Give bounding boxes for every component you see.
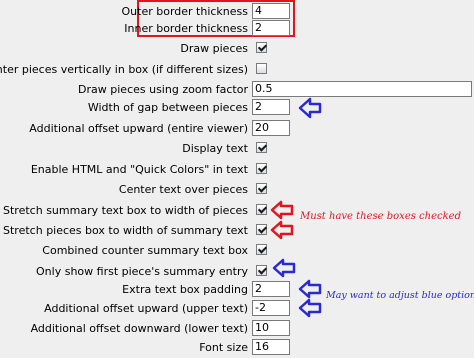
inner-border-thickness-field[interactable]: 2: [252, 20, 290, 36]
offset-downward-lower-field[interactable]: 10: [252, 320, 290, 336]
row-stretch-pieces-box: Stretch pieces box to width of summary t…: [0, 221, 474, 241]
combined-counter-checkbox[interactable]: [256, 244, 267, 255]
extra-padding-label: Extra text box padding: [122, 283, 248, 296]
row-gap-width: Width of gap between pieces 2: [0, 98, 474, 118]
center-vertically-checkbox[interactable]: [256, 63, 267, 74]
html-quick-colors-label: Enable HTML and "Quick Colors" in text: [30, 163, 248, 176]
inner-border-thickness-label: Inner border thickness: [124, 22, 248, 35]
stretch-pieces-box-checkbox[interactable]: [256, 224, 267, 235]
row-offset-upward-viewer: Additional offset upward (entire viewer)…: [0, 119, 474, 139]
display-text-checkbox[interactable]: [256, 142, 267, 153]
font-size-field[interactable]: 16: [252, 339, 290, 355]
only-first-summary-checkbox[interactable]: [256, 265, 267, 276]
blue-arrow-icon: [298, 279, 322, 299]
row-font-size: Font size 16: [0, 338, 474, 358]
offset-upward-viewer-label: Additional offset upward (entire viewer): [29, 122, 248, 135]
blue-arrow-icon: [298, 97, 322, 119]
red-annotation-note: Must have these boxes checked: [300, 211, 461, 222]
row-center-vertically: Center pieces vertically in box (if diff…: [0, 60, 474, 80]
row-offset-upward-upper: Additional offset upward (upper text) -2: [0, 299, 474, 319]
center-vertically-label: Center pieces vertically in box (if diff…: [0, 63, 248, 76]
row-inner-border-thickness: Inner border thickness 2: [0, 19, 474, 39]
draw-pieces-checkbox[interactable]: [256, 42, 267, 53]
red-arrow-icon: [270, 220, 294, 240]
zoom-factor-field[interactable]: 0.5: [252, 81, 472, 97]
row-combined-counter: Combined counter summary text box: [0, 241, 474, 261]
html-quick-colors-checkbox[interactable]: [256, 163, 267, 174]
extra-padding-field[interactable]: 2: [252, 281, 290, 297]
offset-upward-viewer-field[interactable]: 20: [252, 120, 290, 136]
stretch-summary-box-checkbox[interactable]: [256, 204, 267, 215]
center-text-checkbox[interactable]: [256, 183, 267, 194]
row-zoom-factor: Draw pieces using zoom factor 0.5: [0, 80, 474, 100]
center-text-label: Center text over pieces: [118, 183, 248, 196]
row-only-first-summary: Only show first piece's summary entry: [0, 262, 474, 282]
row-draw-pieces: Draw pieces: [0, 39, 474, 59]
blue-arrow-icon: [298, 298, 322, 318]
row-display-text: Display text: [0, 139, 474, 159]
gap-width-label: Width of gap between pieces: [87, 101, 248, 114]
row-html-quick-colors: Enable HTML and "Quick Colors" in text: [0, 160, 474, 180]
font-size-label: Font size: [199, 341, 248, 354]
offset-upward-upper-field[interactable]: -2: [252, 300, 290, 316]
offset-upward-upper-label: Additional offset upward (upper text): [44, 302, 248, 315]
draw-pieces-label: Draw pieces: [180, 42, 248, 55]
only-first-summary-label: Only show first piece's summary entry: [36, 265, 248, 278]
offset-downward-lower-label: Additional offset downward (lower text): [30, 322, 248, 335]
blue-arrow-icon: [272, 258, 296, 278]
row-offset-downward-lower: Additional offset downward (lower text) …: [0, 319, 474, 339]
gap-width-field[interactable]: 2: [252, 99, 290, 115]
stretch-summary-box-label: Stretch summary text box to width of pie…: [3, 204, 248, 217]
row-center-text: Center text over pieces: [0, 180, 474, 200]
outer-border-thickness-label: Outer border thickness: [121, 5, 249, 18]
red-arrow-icon: [270, 200, 294, 220]
combined-counter-label: Combined counter summary text box: [42, 244, 248, 257]
zoom-factor-label: Draw pieces using zoom factor: [78, 83, 248, 96]
display-text-label: Display text: [182, 142, 248, 155]
blue-annotation-note: May want to adjust blue options: [326, 290, 474, 301]
stretch-pieces-box-label: Stretch pieces box to width of summary t…: [3, 224, 248, 237]
outer-border-thickness-field[interactable]: 4: [252, 3, 290, 19]
